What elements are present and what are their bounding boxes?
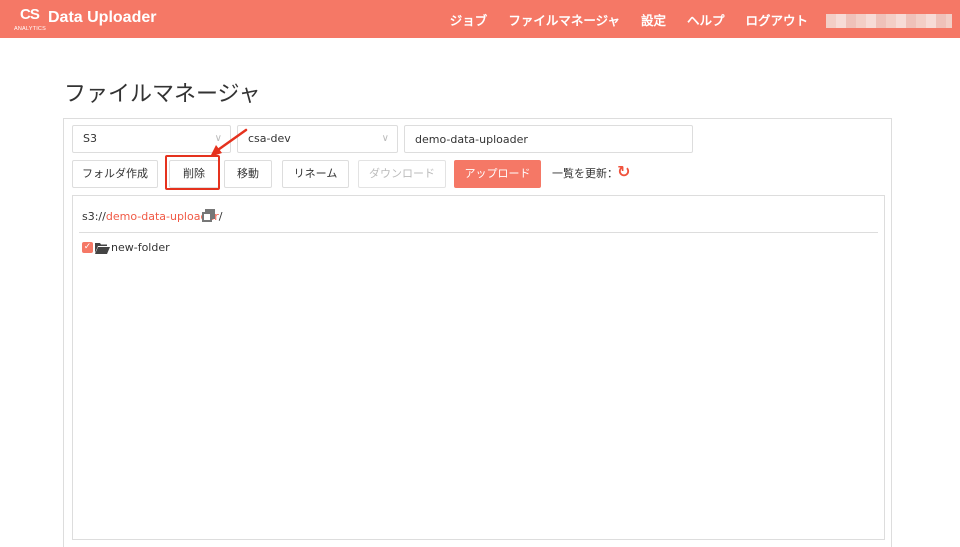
top-navbar: CS ANALYTICS Data Uploader ジョブ ファイルマネージャ…: [0, 0, 960, 38]
upload-button[interactable]: アップロード: [454, 160, 541, 188]
download-button[interactable]: ダウンロード: [358, 160, 446, 188]
refresh-icon[interactable]: ↻: [617, 162, 630, 181]
nav-item-logout[interactable]: ログアウト: [745, 10, 808, 29]
checkbox-checked[interactable]: ✓: [82, 242, 93, 253]
move-button[interactable]: 移動: [224, 160, 272, 188]
nav-menu: ジョブ ファイルマネージャ 設定 ヘルプ ログアウト: [429, 0, 808, 38]
bucket-select-value: csa-dev: [248, 132, 291, 145]
path-input[interactable]: [404, 125, 693, 153]
nav-item-file-manager[interactable]: ファイルマネージャ: [508, 10, 620, 29]
user-name-redacted: [826, 14, 952, 28]
storage-select-value: S3: [83, 132, 97, 145]
folder-name: new-folder: [111, 241, 170, 254]
brand-logo: CS: [20, 6, 40, 23]
create-folder-button[interactable]: フォルダ作成: [72, 160, 158, 188]
folder-open-icon: [95, 243, 110, 254]
storage-select[interactable]: S3 ∨: [72, 125, 231, 153]
refresh-label: 一覧を更新：: [552, 167, 618, 180]
app-title: Data Uploader: [48, 9, 157, 26]
breadcrumb-suffix: /: [218, 210, 223, 223]
file-manager-panel: S3 ∨ csa-dev ∨ フォルダ作成 削除 移動 リネーム ダウンロード …: [63, 118, 892, 547]
page-title: ファイルマネージャ: [64, 82, 261, 107]
copy-icon[interactable]: [202, 209, 216, 223]
breadcrumb-prefix: s3://: [82, 210, 106, 223]
delete-button-highlight: [165, 155, 220, 190]
nav-item-settings[interactable]: 設定: [641, 10, 666, 29]
file-browser: s3://demo-data-uploader/ ✓ new-folder: [72, 195, 885, 540]
brand[interactable]: CS ANALYTICS Data Uploader: [14, 6, 174, 34]
bucket-select[interactable]: csa-dev ∨: [237, 125, 398, 153]
main-content: ファイルマネージャ S3 ∨ csa-dev ∨ フォルダ作成 削除 移動 リネ…: [0, 38, 960, 547]
divider: [79, 232, 878, 233]
nav-item-jobs[interactable]: ジョブ: [450, 10, 488, 29]
nav-item-help[interactable]: ヘルプ: [687, 10, 725, 29]
rename-button[interactable]: リネーム: [282, 160, 349, 188]
chevron-down-icon: ∨: [381, 133, 389, 144]
brand-subtitle: ANALYTICS: [14, 26, 46, 32]
chevron-down-icon: ∨: [214, 133, 222, 144]
